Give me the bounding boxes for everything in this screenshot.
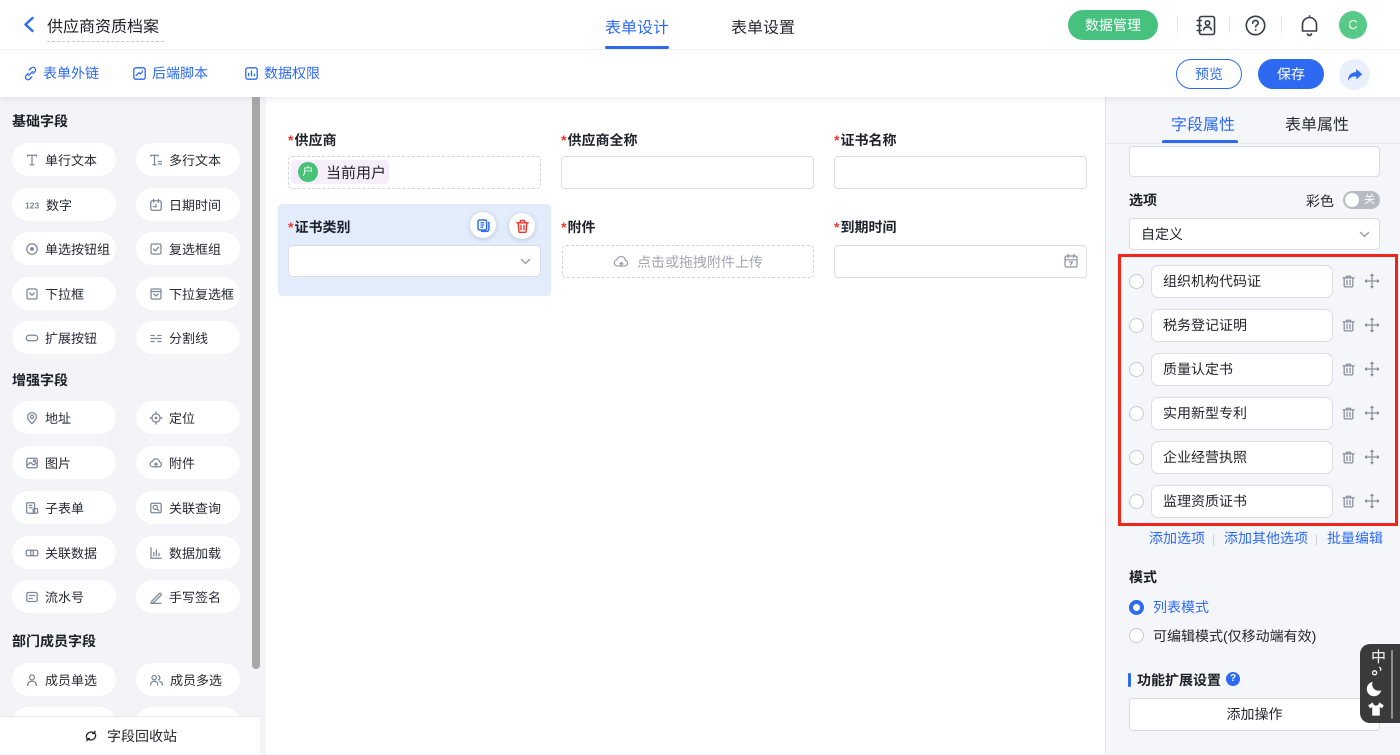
svg-text:123: 123 [25, 200, 39, 210]
